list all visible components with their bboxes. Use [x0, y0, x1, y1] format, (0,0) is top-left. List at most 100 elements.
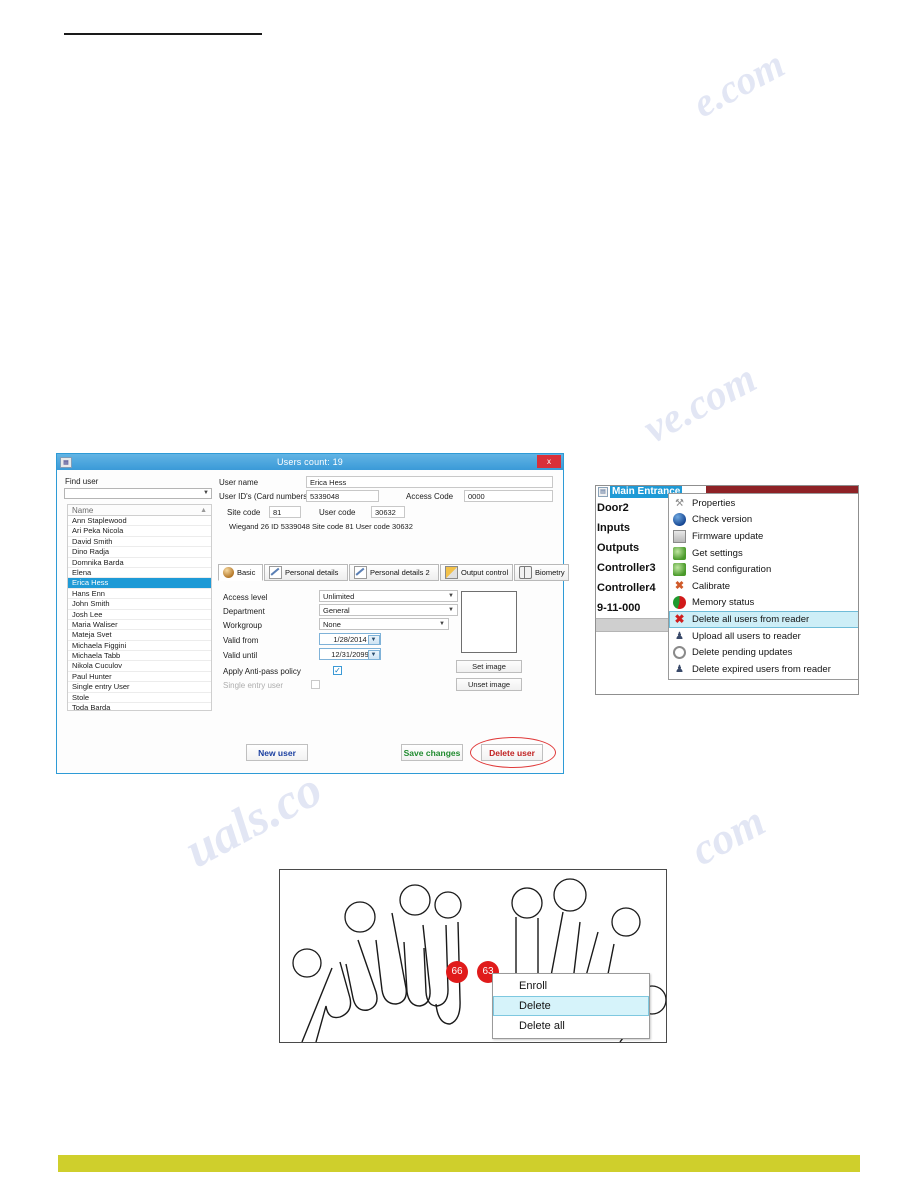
valid-until-value: 12/31/2099 [331, 650, 369, 659]
find-user-combobox[interactable]: ▼ [64, 488, 212, 499]
menu-item-memory-status[interactable]: Memory status [669, 595, 858, 612]
chevron-down-icon: ▼ [439, 621, 445, 627]
menu-item-properties[interactable]: ⚒ Properties [669, 495, 858, 512]
list-item[interactable]: John Smith [68, 599, 211, 610]
workgroup-select[interactable]: None ▼ [319, 618, 449, 630]
menu-item-delete[interactable]: Delete [493, 996, 649, 1016]
user-list-header-label: Name [72, 506, 94, 515]
department-select[interactable]: General ▼ [319, 604, 458, 616]
list-item[interactable]: Paul Hunter [68, 672, 211, 683]
valid-until-date-picker[interactable]: 12/31/2099 ▼ [319, 648, 381, 660]
menu-item-label: Delete pending updates [692, 647, 793, 659]
save-changes-button[interactable]: Save changes [401, 744, 463, 761]
menu-item-delete-expired-users-from-reader[interactable]: ♟ Delete expired users from reader [669, 661, 858, 678]
list-item[interactable]: Stole [68, 693, 211, 704]
anti-pass-policy-checkbox[interactable]: ✓ [333, 666, 342, 675]
tab-personal-details-2[interactable]: Personal details 2 [349, 564, 439, 581]
globe-icon [673, 513, 686, 527]
tab-basic[interactable]: Basic [218, 564, 263, 581]
menu-item-get-settings[interactable]: Get settings [669, 545, 858, 562]
department-label: Department [223, 607, 265, 616]
list-item[interactable]: Michaela Tabb [68, 651, 211, 662]
menu-item-check-version[interactable]: Check version [669, 512, 858, 529]
valid-from-date-picker[interactable]: 1/28/2014 ▼ [319, 633, 381, 645]
list-item[interactable]: Ann Staplewood [68, 516, 211, 527]
set-image-button[interactable]: Set image [456, 660, 522, 673]
access-level-value: Unlimited [323, 592, 355, 601]
sort-ascending-icon: ▲ [200, 507, 207, 514]
user-ids-label: User ID's (Card numbers) [219, 492, 310, 501]
user-name-label: User name [219, 478, 259, 487]
new-user-button[interactable]: New user [246, 744, 308, 761]
list-item[interactable]: David Smith [68, 537, 211, 548]
tab-strip[interactable]: Basic Personal details Personal details 2 O… [218, 564, 569, 582]
list-item[interactable]: Erica Hess [68, 578, 211, 589]
list-item[interactable]: Michaela Figgini [68, 641, 211, 652]
list-item[interactable]: Single entry User [68, 682, 211, 693]
access-level-select[interactable]: Unlimited ▼ [319, 590, 458, 602]
calendar-dropdown-icon[interactable]: ▼ [367, 649, 380, 660]
menu-item-send-configuration[interactable]: Send configuration [669, 561, 858, 578]
fingerprint-badge[interactable]: 66 [446, 961, 468, 983]
calendar-dropdown-icon[interactable]: ▼ [367, 634, 380, 645]
site-code-input[interactable]: 81 [269, 506, 301, 518]
tree-item[interactable]: Inputs [596, 518, 678, 538]
tree-item[interactable]: Controller4 [596, 578, 678, 598]
list-item[interactable]: Ari Peka Nicola [68, 526, 211, 537]
users-dialog: ▦ Users count: 19 x Find user ▼ Name ▲ A… [56, 453, 569, 774]
list-item[interactable]: Mateja Svet [68, 630, 211, 641]
list-item[interactable]: Hans Enn [68, 589, 211, 600]
list-item[interactable]: Domnika Barda [68, 558, 211, 568]
tab-label: Output control [461, 568, 509, 577]
access-code-input[interactable]: 0000 [464, 490, 553, 502]
menu-item-label: Calibrate [692, 580, 731, 592]
list-item[interactable]: Toda Barda [68, 703, 211, 710]
menu-item-label: Memory status [692, 597, 755, 609]
wrench-icon: ⚒ [675, 497, 684, 509]
tab-output-control[interactable]: Output control [440, 564, 513, 581]
user-ids-input[interactable]: 5339048 [306, 490, 379, 502]
valid-until-label: Valid until [223, 651, 258, 660]
tree-item[interactable]: 9-11-000 [596, 598, 678, 618]
user-code-label: User code [319, 508, 356, 517]
menu-item-firmware-update[interactable]: Firmware update [669, 528, 858, 545]
tree-item[interactable]: Controller3 [596, 558, 678, 578]
menu-item-delete-pending-updates[interactable]: Delete pending updates [669, 644, 858, 661]
reader-context-menu[interactable]: ⚒ Properties Check version Firmware update G… [668, 493, 858, 680]
fingerprint-context-menu[interactable]: Enroll Delete Delete all [492, 973, 650, 1039]
users-dialog-titlebar[interactable]: ▦ Users count: 19 x [57, 454, 563, 470]
fingerprint-hand-diagram[interactable]: 66 63 Enroll Delete Delete all [279, 869, 667, 1043]
menu-item-calibrate[interactable]: ✖ Calibrate [669, 578, 858, 595]
unset-image-button[interactable]: Unset image [456, 678, 522, 691]
page-footer-bar [58, 1155, 860, 1172]
list-item[interactable]: Dino Radja [68, 547, 211, 558]
delete-user-annotation-ellipse [470, 737, 556, 768]
device-icon: ▤ [598, 487, 608, 497]
user-name-input[interactable]: Erica Hess [306, 476, 553, 488]
list-item[interactable]: Josh Lee [68, 610, 211, 620]
close-icon[interactable]: x [537, 455, 561, 468]
menu-item-delete-all-users-from-reader[interactable]: ✖ Delete all users from reader [669, 611, 858, 628]
page-header-rule [64, 33, 262, 35]
tab-personal-details[interactable]: Personal details [264, 564, 348, 581]
menu-item-enroll[interactable]: Enroll [493, 976, 649, 996]
tab-label: Personal details 2 [370, 568, 430, 577]
menu-item-upload-all-users-to-reader[interactable]: ♟ Upload all users to reader [669, 628, 858, 645]
user-list-header[interactable]: Name ▲ [67, 504, 212, 516]
list-item[interactable]: Nikola Cuculov [68, 661, 211, 672]
reader-context-panel: ▤ Main Entrance Door2 Inputs Outputs Contro… [595, 485, 859, 695]
delete-pending-icon [673, 646, 686, 660]
tree-item[interactable]: Outputs [596, 538, 678, 558]
tab-biometry[interactable]: Biometry [514, 564, 569, 581]
user-list[interactable]: Ann Staplewood Ari Peka Nicola David Smith… [67, 516, 212, 711]
menu-item-label: Delete all users from reader [692, 613, 810, 625]
menu-item-delete-all[interactable]: Delete all [493, 1016, 649, 1036]
chevron-down-icon: ▼ [448, 607, 454, 613]
workgroup-label: Workgroup [223, 621, 262, 630]
list-item[interactable]: Elena [68, 568, 211, 579]
watermark-text: uals.co [175, 760, 331, 878]
device-tree[interactable]: Door2 Inputs Outputs Controller3 Controller4… [596, 498, 678, 632]
user-code-input[interactable]: 30632 [371, 506, 405, 518]
tree-item[interactable]: Door2 [596, 498, 678, 518]
list-item[interactable]: Maria Waliser [68, 620, 211, 631]
